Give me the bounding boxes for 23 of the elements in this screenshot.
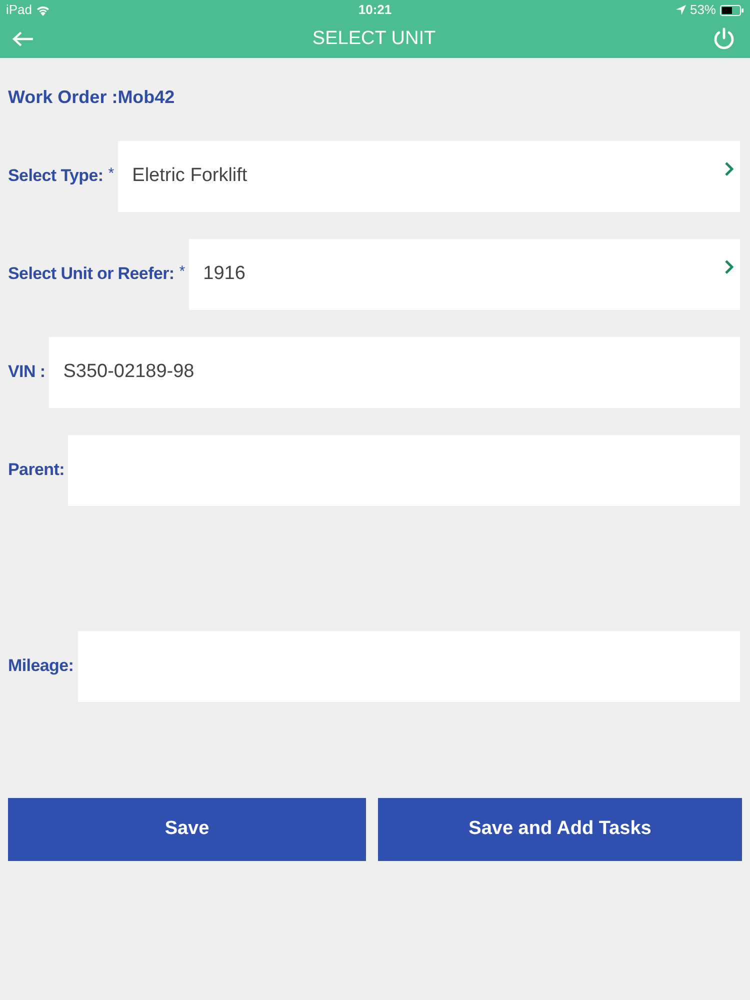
input-field[interactable]: S350-02189-98: [49, 337, 740, 408]
action-button[interactable]: Save: [8, 798, 366, 861]
field-label: Select Unit or Reefer:: [8, 263, 174, 285]
screen-title: SELECT UNIT: [311, 26, 437, 51]
clock-time: 10:21: [358, 1, 392, 20]
dropdown-field[interactable]: 1916: [189, 239, 740, 310]
wifi-icon: [36, 4, 50, 16]
chevron-right-icon: [724, 160, 734, 176]
dropdown-field[interactable]: Eletric Forklift: [118, 141, 740, 212]
location-arrow-icon: [676, 5, 686, 15]
required-marker: *: [108, 164, 114, 184]
field-label: Parent:: [8, 459, 64, 481]
field-label: Mileage:: [8, 655, 74, 677]
field-label: Select Type:: [8, 165, 104, 187]
field-label: VIN :: [8, 361, 46, 383]
work-order-label: Work Order :Mob42: [8, 87, 175, 107]
action-button[interactable]: Save and Add Tasks: [378, 798, 742, 861]
chevron-right-icon: [724, 258, 734, 274]
required-marker: *: [179, 262, 186, 282]
battery-icon: [720, 4, 744, 16]
back-button[interactable]: [12, 31, 36, 47]
device-name: iPad: [6, 1, 32, 20]
battery-percent: 53%: [690, 1, 716, 20]
